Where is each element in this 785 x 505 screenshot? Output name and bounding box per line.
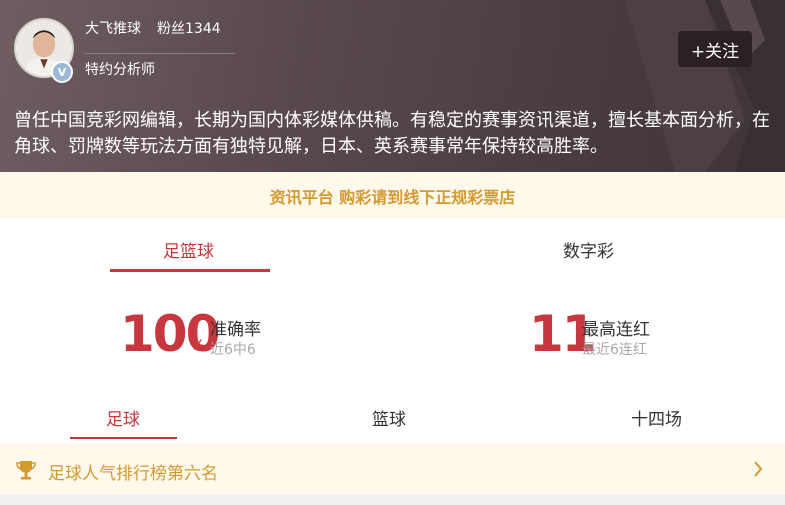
chevron-right-icon xyxy=(754,461,763,477)
ranking-text: 足球人气排行榜第六名 xyxy=(48,464,218,484)
expert-name: 大飞推球 xyxy=(85,21,141,37)
tab-digital-lottery[interactable]: 数字彩 xyxy=(563,237,614,262)
tab-active-indicator xyxy=(110,269,270,272)
subtab-basketball[interactable]: 篮球 xyxy=(372,405,406,430)
streak-label: 最高连红 xyxy=(582,320,650,340)
fans-count: 粉丝1344 xyxy=(157,21,221,37)
bottom-divider xyxy=(0,495,785,505)
header-divider xyxy=(85,53,235,54)
expert-header: V 大飞推球 粉丝1344 特约分析师 +关注 曾任中国竞彩网编辑，长期为国内体… xyxy=(0,0,785,172)
accuracy-sub: 近6中6 xyxy=(210,342,256,358)
expert-title: 特约分析师 xyxy=(85,62,155,78)
tab-football-basketball[interactable]: 足篮球 xyxy=(163,237,214,262)
notice-banner: 资讯平台 购彩请到线下正规彩票店 xyxy=(0,172,785,219)
subtab-active-indicator xyxy=(70,437,177,439)
streak-sub: 最近6连红 xyxy=(582,342,647,358)
trophy-icon xyxy=(16,461,36,480)
expert-bio: 曾任中国竞彩网编辑，长期为国内体彩媒体供稿。有稳定的赛事资讯渠道，擅长基本面分析… xyxy=(14,110,770,157)
subtab-fourteen[interactable]: 十四场 xyxy=(631,405,682,430)
accuracy-label: 准确率 xyxy=(210,320,261,340)
accuracy-unit: % xyxy=(191,338,206,354)
verified-icon: V xyxy=(51,61,73,83)
follow-button[interactable]: +关注 xyxy=(678,31,752,67)
ranking-bar[interactable]: 足球人气排行榜第六名 xyxy=(0,443,785,495)
subtab-football[interactable]: 足球 xyxy=(106,405,140,430)
